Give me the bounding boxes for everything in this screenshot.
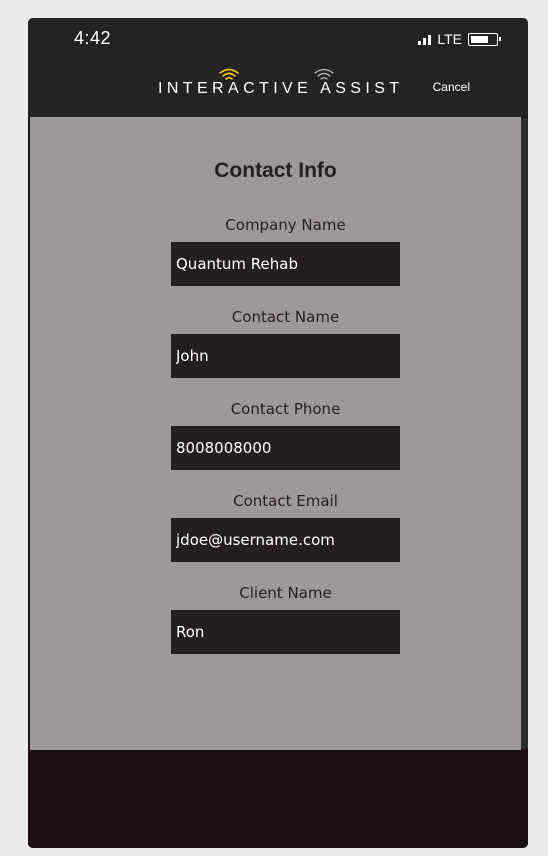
battery-fill xyxy=(471,35,488,43)
client-name-input[interactable] xyxy=(171,610,400,654)
app-header: INTERACTIVE ASSIST Cancel xyxy=(28,62,528,117)
contact-name-label: Contact Name xyxy=(231,308,340,326)
battery-tip xyxy=(499,36,501,41)
cancel-button[interactable]: Cancel xyxy=(433,80,470,94)
status-indicators: LTE xyxy=(418,30,501,48)
contact-phone-input[interactable] xyxy=(171,426,400,470)
client-name-field: Client Name xyxy=(171,583,400,654)
signal-bars-icon xyxy=(418,34,432,45)
contact-email-label: Contact Email xyxy=(233,492,338,510)
company-name-field: Company Name xyxy=(171,215,400,286)
page-title: Contact Info xyxy=(214,159,337,182)
contact-phone-field: Contact Phone xyxy=(171,399,400,470)
wifi-arc-icon xyxy=(219,68,239,80)
logo-text: INTERACTIVE ASSIST xyxy=(158,80,404,97)
battery-icon xyxy=(468,32,501,46)
company-name-label: Company Name xyxy=(225,216,346,234)
client-name-label: Client Name xyxy=(239,584,332,602)
network-label: LTE xyxy=(437,31,462,47)
phone-frame: 4:42 LTE INTERACTIVE ASSIST Cancel Conta… xyxy=(28,18,528,848)
page: 4:42 LTE INTERACTIVE ASSIST Cancel Conta… xyxy=(0,0,548,856)
wifi-arc-icon xyxy=(314,68,334,80)
phone-edge xyxy=(521,118,528,748)
contact-email-field: Contact Email xyxy=(171,491,400,562)
contact-name-input[interactable] xyxy=(171,334,400,378)
app-logo: INTERACTIVE ASSIST xyxy=(158,67,399,107)
status-bar: 4:42 LTE xyxy=(28,18,528,62)
contact-name-field: Contact Name xyxy=(171,307,400,378)
contact-form: Contact Info Company Name Contact Name C… xyxy=(30,117,521,750)
contact-email-input[interactable] xyxy=(171,518,400,562)
contact-phone-label: Contact Phone xyxy=(230,400,341,418)
status-time: 4:42 xyxy=(74,28,112,48)
bottom-area xyxy=(28,750,528,848)
company-name-input[interactable] xyxy=(171,242,400,286)
